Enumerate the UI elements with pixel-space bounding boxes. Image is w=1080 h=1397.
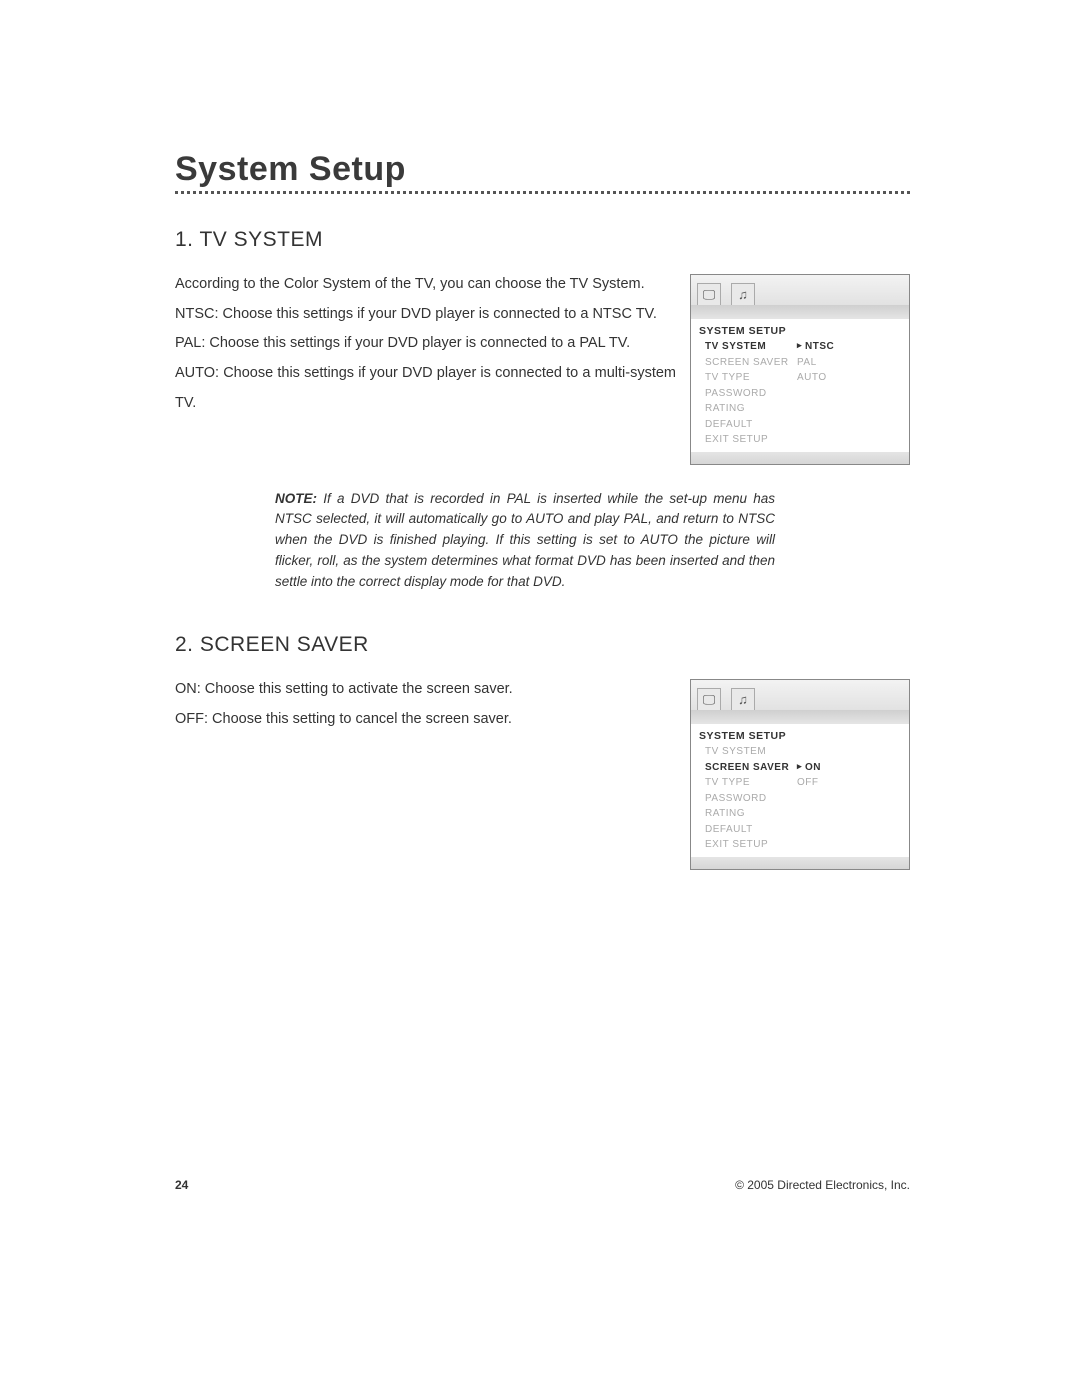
osd-row: TV TYPE AUTO: [699, 370, 901, 386]
page-number: 24: [175, 1178, 188, 1192]
section-2-body: ON: Choose this setting to activate the …: [175, 675, 910, 870]
osd-row: DEFAULT: [699, 822, 901, 838]
osd-row: TV SYSTEM NTSC: [699, 339, 901, 355]
osd-tab-bar: 🖵 ♫: [691, 680, 909, 710]
section-1-body: According to the Color System of the TV,…: [175, 270, 910, 465]
osd-left-label: DEFAULT: [699, 417, 791, 433]
osd-left-label: TV SYSTEM: [699, 744, 791, 760]
osd-screenshot-tv-system: 🖵 ♫ SYSTEM SETUP TV SYSTEM NTSC SCREEN S…: [690, 274, 910, 465]
osd-left-label: PASSWORD: [699, 386, 791, 402]
page-content: System Setup 1. TV SYSTEM According to t…: [175, 150, 910, 870]
osd-left-label: TV SYSTEM: [699, 339, 791, 355]
section-heading-tv-system: 1. TV SYSTEM: [175, 228, 910, 252]
osd-foot-bar: [691, 857, 909, 869]
osd-row: TV SYSTEM: [699, 744, 901, 760]
section-2-paragraph: ON: Choose this setting to activate the …: [175, 675, 676, 734]
copyright: © 2005 Directed Electronics, Inc.: [735, 1178, 910, 1192]
osd-row: DEFAULT: [699, 417, 901, 433]
osd-foot-bar: [691, 452, 909, 464]
dotted-rule: [175, 191, 910, 194]
osd-screenshot-screen-saver: 🖵 ♫ SYSTEM SETUP TV SYSTEM SCREEN SAVER …: [690, 679, 910, 870]
section-1-text: According to the Color System of the TV,…: [175, 270, 676, 419]
osd-row: RATING: [699, 401, 901, 417]
osd-left-label: RATING: [699, 806, 791, 822]
osd-right-value: PAL: [791, 355, 817, 371]
osd-body: SYSTEM SETUP TV SYSTEM NTSC SCREEN SAVER…: [691, 319, 909, 452]
osd-right-value: AUTO: [791, 370, 827, 386]
monitor-icon: 🖵: [697, 283, 721, 305]
osd-left-label: EXIT SETUP: [699, 432, 791, 448]
osd-tab-bar: 🖵 ♫: [691, 275, 909, 305]
osd-row: PASSWORD: [699, 791, 901, 807]
osd-left-label: SCREEN SAVER: [699, 355, 791, 371]
note-block: NOTE: If a DVD that is recorded in PAL i…: [275, 489, 775, 594]
section-2-text: ON: Choose this setting to activate the …: [175, 675, 676, 734]
osd-left-label: SCREEN SAVER: [699, 760, 791, 776]
osd-left-label: RATING: [699, 401, 791, 417]
speaker-icon: ♫: [731, 688, 755, 710]
section-1-paragraph: According to the Color System of the TV,…: [175, 270, 676, 419]
osd-left-label: PASSWORD: [699, 791, 791, 807]
osd-left-label: TV TYPE: [699, 370, 791, 386]
section-heading-screen-saver: 2. SCREEN SAVER: [175, 633, 910, 657]
osd-right-value: NTSC: [791, 339, 834, 355]
osd-header-bar: [691, 305, 909, 319]
osd-left-label: DEFAULT: [699, 822, 791, 838]
osd-title: SYSTEM SETUP: [699, 325, 901, 337]
page-title: System Setup: [175, 150, 910, 189]
osd-row: TV TYPE OFF: [699, 775, 901, 791]
osd-body: SYSTEM SETUP TV SYSTEM SCREEN SAVER ON T…: [691, 724, 909, 857]
speaker-icon: ♫: [731, 283, 755, 305]
osd-row: EXIT SETUP: [699, 837, 901, 853]
osd-right-value: OFF: [791, 775, 819, 791]
osd-header-bar: [691, 710, 909, 724]
osd-row: EXIT SETUP: [699, 432, 901, 448]
osd-left-label: EXIT SETUP: [699, 837, 791, 853]
note-text: If a DVD that is recorded in PAL is inse…: [275, 491, 775, 590]
note-label: NOTE:: [275, 491, 317, 506]
osd-row: SCREEN SAVER PAL: [699, 355, 901, 371]
page-footer: 24 © 2005 Directed Electronics, Inc.: [175, 1178, 910, 1192]
osd-title: SYSTEM SETUP: [699, 730, 901, 742]
monitor-icon: 🖵: [697, 688, 721, 710]
osd-row: PASSWORD: [699, 386, 901, 402]
osd-right-value: ON: [791, 760, 821, 776]
osd-row: RATING: [699, 806, 901, 822]
osd-left-label: TV TYPE: [699, 775, 791, 791]
osd-row: SCREEN SAVER ON: [699, 760, 901, 776]
